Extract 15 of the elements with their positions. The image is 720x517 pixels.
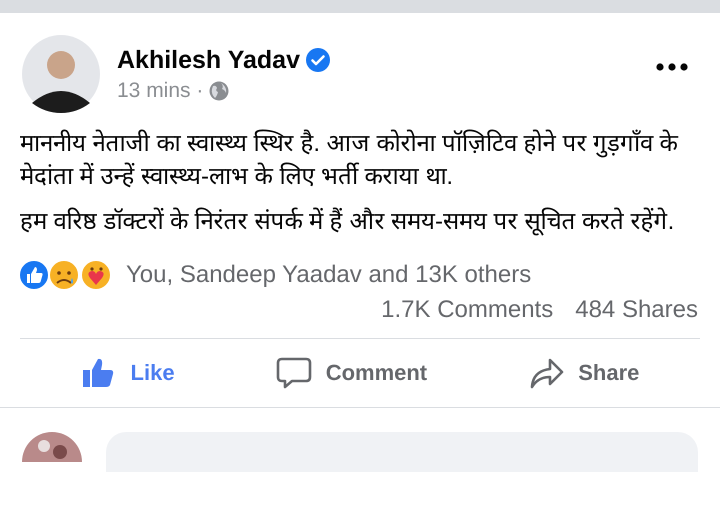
comment-button[interactable]: Comment [264, 339, 440, 407]
comment-count[interactable]: 1.7K Comments [381, 296, 554, 324]
share-button[interactable]: Share [516, 339, 652, 407]
commenter-avatar-icon[interactable] [22, 432, 82, 462]
like-button[interactable]: Like [68, 339, 187, 407]
globe-icon [209, 80, 230, 100]
author-name[interactable]: Akhilesh Yadav [117, 46, 300, 74]
post-text: माननीय नेताजी का स्वास्थ्य स्थिर है. आज कोरोना पॉज़िटिव होने पर गुड़गाँव के मेदांता में उन्हें स्वास्थ्य-लाभ के लिए भर्ती कराया था. [20, 128, 680, 192]
avatar-icon[interactable] [22, 35, 100, 113]
post-text: हम वरिष्ठ डॉक्टरों के निरंतर संपर्क में हैं और समय-समय पर सूचित करते रहेंगे. [20, 206, 676, 238]
more-options-icon[interactable] [656, 63, 688, 71]
post-time: 13 mins · [117, 78, 204, 102]
reaction-summary[interactable]: You, Sandeep Yaadav and 13K others [126, 261, 532, 289]
speech-bubble-icon [276, 355, 312, 391]
share-count[interactable]: 484 Shares [575, 296, 698, 324]
